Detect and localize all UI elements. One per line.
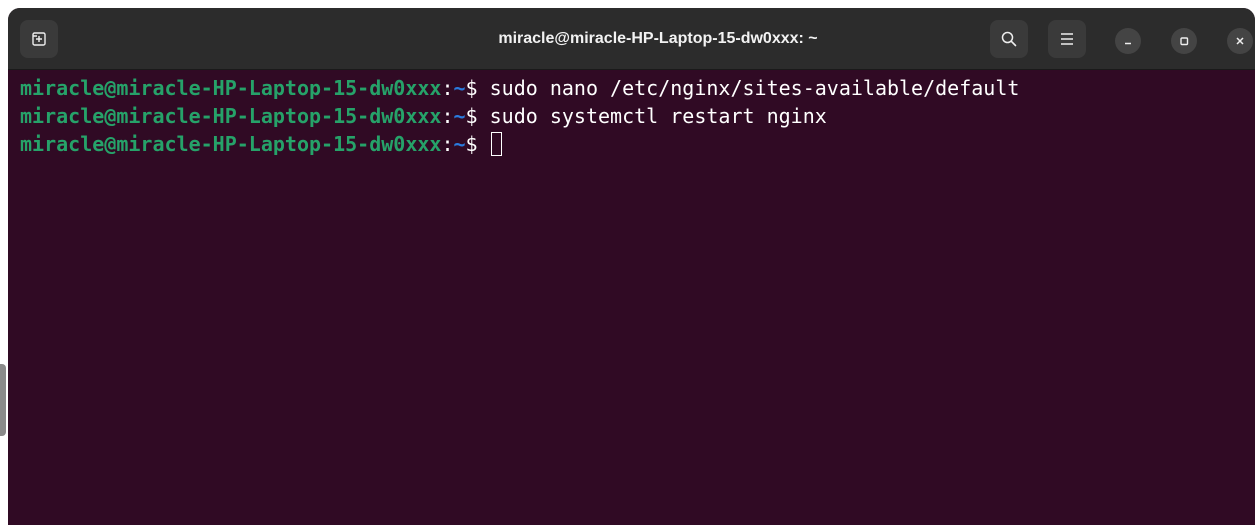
terminal-output[interactable]: miracle@miracle-HP-Laptop-15-dw0xxx:~$ s… bbox=[8, 70, 1255, 525]
prompt-path: ~ bbox=[453, 104, 466, 128]
command-text: sudo nano /etc/nginx/sites-available/def… bbox=[489, 76, 1020, 100]
prompt-symbol: $ bbox=[465, 76, 490, 100]
new-tab-icon bbox=[32, 32, 46, 46]
prompt-path: ~ bbox=[453, 132, 466, 156]
minimize-icon bbox=[1125, 42, 1131, 45]
prompt-user-host: miracle@miracle-HP-Laptop-15-dw0xxx bbox=[20, 104, 442, 128]
close-button[interactable] bbox=[1227, 28, 1253, 54]
terminal-window: miracle@miracle-HP-Laptop-15-dw0xxx: ~ m… bbox=[8, 8, 1255, 525]
prompt-separator: : bbox=[441, 132, 454, 156]
resize-handle[interactable] bbox=[0, 364, 6, 436]
window-title: miracle@miracle-HP-Laptop-15-dw0xxx: ~ bbox=[498, 30, 818, 47]
prompt-separator: : bbox=[441, 104, 454, 128]
minimize-button[interactable] bbox=[1115, 28, 1141, 54]
text-cursor bbox=[490, 132, 502, 156]
search-icon bbox=[1001, 31, 1017, 47]
menu-button[interactable] bbox=[1048, 20, 1086, 58]
terminal-line: miracle@miracle-HP-Laptop-15-dw0xxx:~$ s… bbox=[20, 102, 1255, 130]
prompt-symbol: $ bbox=[465, 104, 490, 128]
terminal-line: miracle@miracle-HP-Laptop-15-dw0xxx:~$ s… bbox=[20, 74, 1255, 102]
title-bar[interactable]: miracle@miracle-HP-Laptop-15-dw0xxx: ~ bbox=[8, 8, 1255, 70]
maximize-icon bbox=[1180, 37, 1189, 46]
prompt-path: ~ bbox=[453, 76, 466, 100]
command-text: sudo systemctl restart nginx bbox=[489, 104, 827, 128]
new-tab-button[interactable] bbox=[20, 20, 58, 58]
prompt-separator: : bbox=[441, 76, 454, 100]
maximize-button[interactable] bbox=[1171, 28, 1197, 54]
close-icon bbox=[1236, 37, 1244, 45]
hamburger-menu-icon bbox=[1061, 33, 1073, 45]
prompt-symbol: $ bbox=[465, 132, 490, 156]
search-button[interactable] bbox=[990, 20, 1028, 58]
prompt-user-host: miracle@miracle-HP-Laptop-15-dw0xxx bbox=[20, 76, 442, 100]
terminal-line: miracle@miracle-HP-Laptop-15-dw0xxx:~$ bbox=[20, 130, 1255, 158]
prompt-user-host: miracle@miracle-HP-Laptop-15-dw0xxx bbox=[20, 132, 442, 156]
